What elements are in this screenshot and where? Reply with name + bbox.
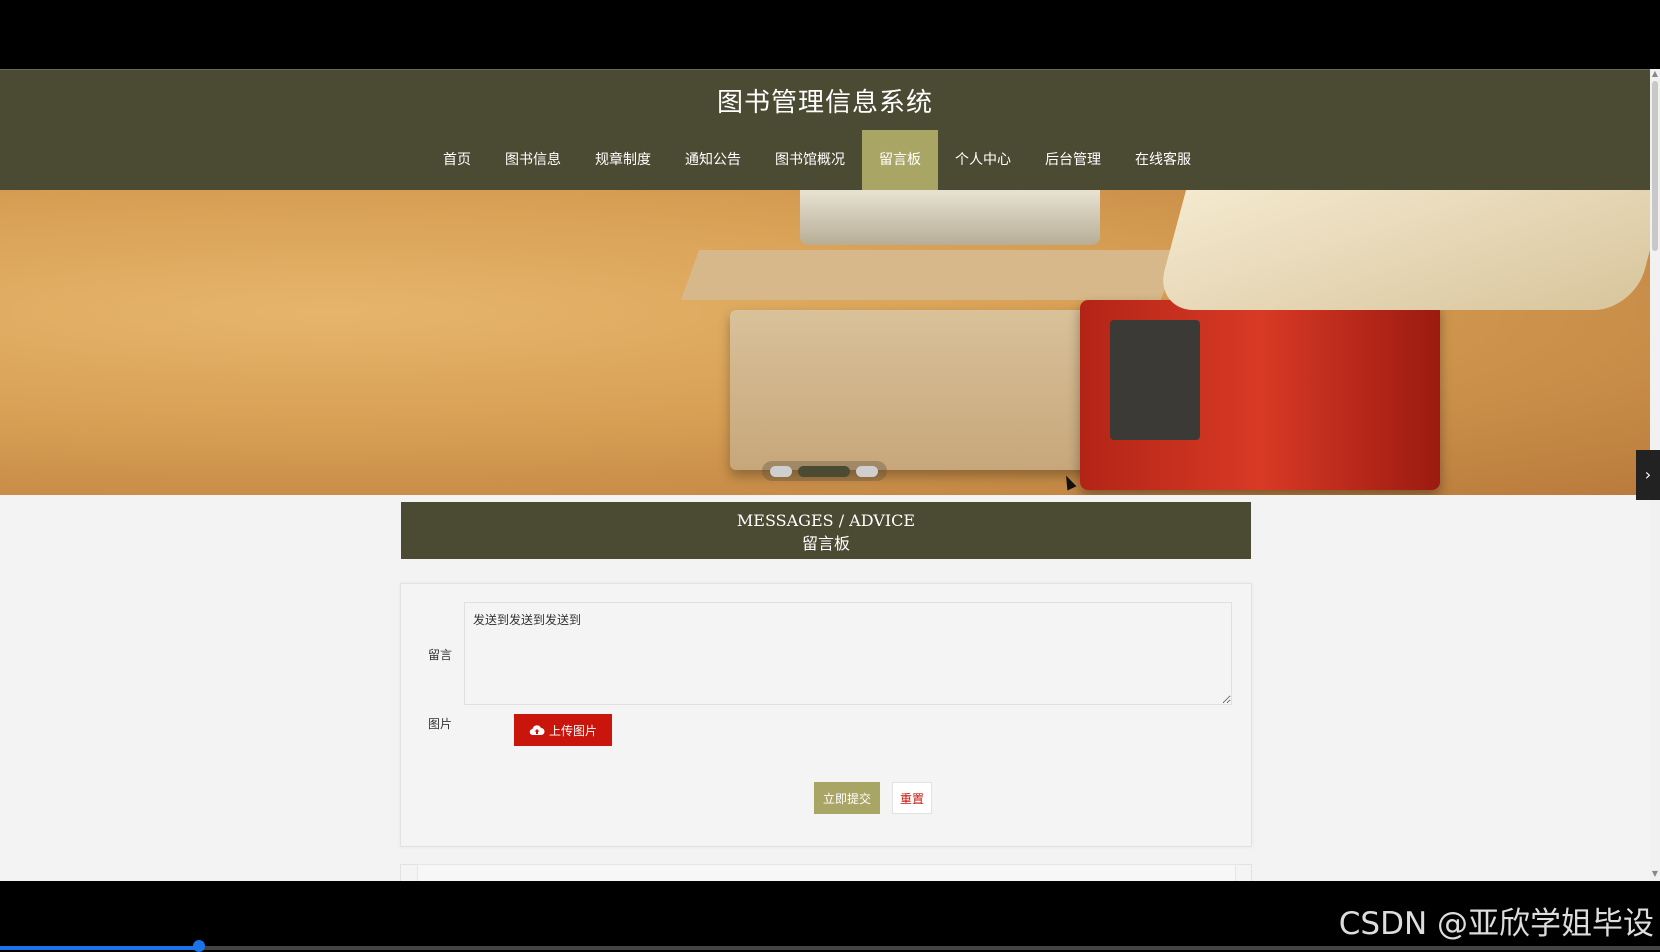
scroll-up-icon[interactable]: ▲ [1650, 69, 1660, 79]
carousel-dot-2[interactable] [798, 466, 850, 477]
section-title-cn: 留言板 [801, 534, 850, 553]
video-progress-track[interactable] [200, 946, 1660, 950]
carousel-dot-1[interactable] [770, 466, 792, 477]
banner-book-top [800, 190, 1100, 245]
watermark-text: CSDN @亚欣学姐毕设 [1338, 906, 1654, 942]
site-header: 图书管理信息系统 [0, 69, 1650, 131]
carousel-dot-3[interactable] [856, 466, 878, 477]
video-progress-handle[interactable] [193, 940, 205, 952]
screen-top-bar [0, 0, 1660, 69]
carousel-indicators [762, 461, 887, 481]
nav-item-books[interactable]: 图书信息 [488, 130, 578, 190]
cloud-upload-icon [529, 725, 545, 736]
nav-item-personal-center[interactable]: 个人中心 [938, 130, 1028, 190]
image-label: 图片 [428, 717, 453, 731]
upload-image-label: 上传图片 [548, 723, 597, 738]
section-header: MESSAGES / ADVICE 留言板 [401, 502, 1251, 559]
video-progress-fill [0, 946, 200, 950]
banner-carousel[interactable] [0, 190, 1650, 495]
message-list-item [417, 864, 1236, 881]
section-title-en: MESSAGES / ADVICE [736, 511, 916, 530]
site-title: 图书管理信息系统 [716, 88, 933, 118]
banner-book-pages [730, 310, 1090, 470]
nav-item-home[interactable]: 首页 [426, 130, 488, 190]
nav-item-online-service[interactable]: 在线客服 [1118, 130, 1208, 190]
main-nav: 首页 图书信息 规章制度 通知公告 图书馆概况 留言板 个人中心 后台管理 在线… [0, 130, 1650, 190]
banner-book-spine-label [1110, 320, 1200, 440]
nav-item-library-overview[interactable]: 图书馆概况 [758, 130, 862, 190]
reset-button[interactable]: 重置 [892, 782, 932, 814]
submit-button[interactable]: 立即提交 [814, 782, 880, 814]
browser-viewport: 图书管理信息系统 首页 图书信息 规章制度 通知公告 图书馆概况 留言板 个人中… [0, 69, 1660, 881]
nav-list: 首页 图书信息 规章制度 通知公告 图书馆概况 留言板 个人中心 后台管理 在线… [426, 130, 1208, 190]
message-label: 留言 [428, 648, 453, 662]
nav-item-rules[interactable]: 规章制度 [578, 130, 668, 190]
nav-item-admin[interactable]: 后台管理 [1028, 130, 1118, 190]
nav-item-notices[interactable]: 通知公告 [668, 130, 758, 190]
scrollbar-thumb[interactable] [1652, 81, 1658, 251]
banner-book-cover [680, 250, 1180, 300]
scroll-down-icon[interactable]: ▼ [1650, 869, 1660, 879]
message-textarea[interactable]: 发送到发送到发送到 [464, 602, 1232, 705]
nav-item-message-board[interactable]: 留言板 [862, 130, 938, 190]
banner-open-book [1153, 190, 1650, 310]
upload-image-button[interactable]: 上传图片 [514, 714, 612, 746]
chevron-right-icon[interactable]: › [1636, 450, 1660, 500]
